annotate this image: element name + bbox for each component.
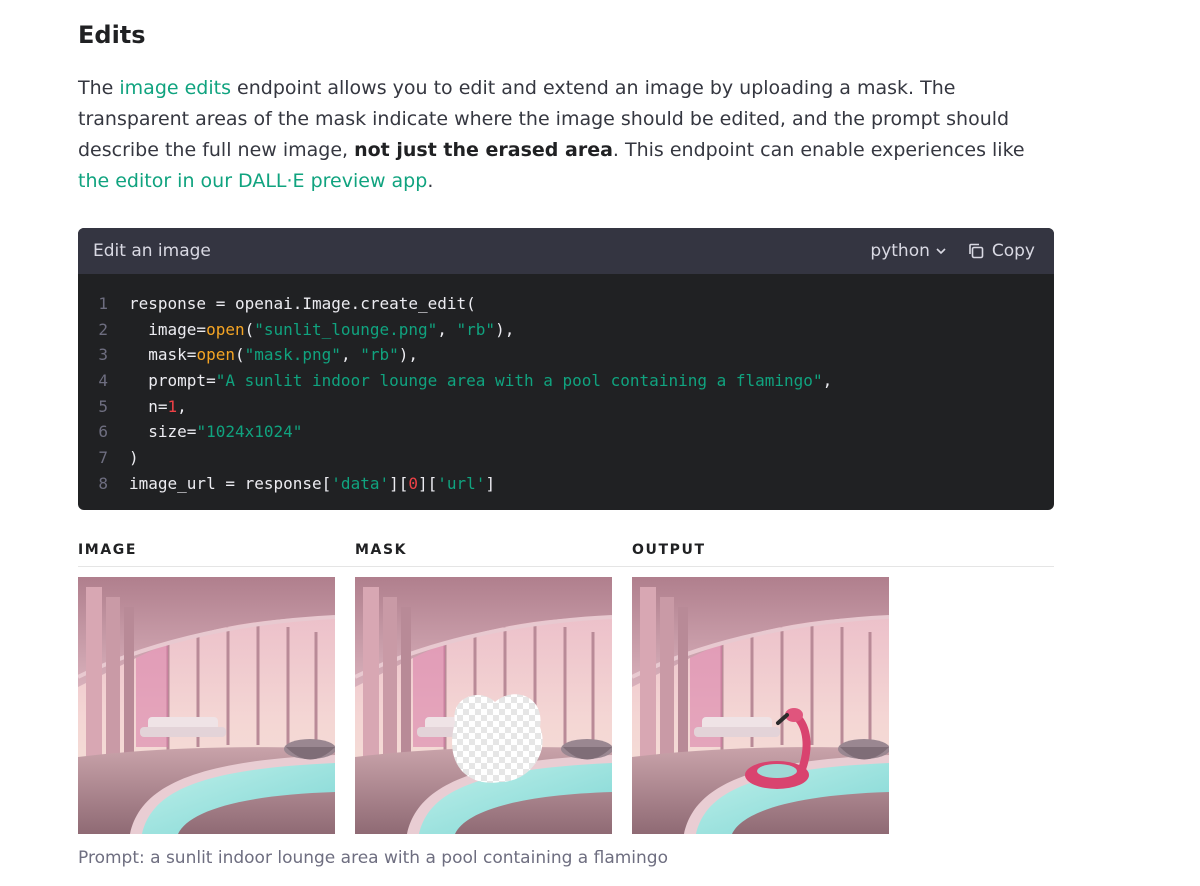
intro-bold-text: not just the erased area <box>354 139 613 161</box>
code-token: prompt= <box>129 371 216 391</box>
line-number: 4 <box>98 371 108 391</box>
code-token: ), <box>398 345 418 365</box>
language-selector[interactable]: python <box>870 241 946 261</box>
code-token: image= <box>129 319 207 339</box>
code-text: prompt="A sunlit indoor lounge area with… <box>129 368 832 394</box>
language-label: python <box>870 241 930 261</box>
code-line: 7) <box>78 445 1054 471</box>
intro-text-3: . This endpoint can enable experiences l… <box>612 139 1025 161</box>
code-line: 4 prompt="A sunlit indoor lounge area wi… <box>78 368 1054 394</box>
mask-image <box>355 577 612 834</box>
line-number: 1 <box>98 294 108 313</box>
image-column-label: IMAGE <box>78 542 138 558</box>
code-line: 6 size="1024x1024" <box>78 419 1054 445</box>
code-text: image_url = response['data'][0]['url'] <box>129 471 495 497</box>
line-number: 2 <box>98 319 108 339</box>
line-number: 5 <box>98 396 108 416</box>
code-token: , <box>822 371 833 391</box>
code-token: 0 <box>408 473 418 493</box>
code-token: open <box>206 319 245 339</box>
code-body[interactable]: 1 response = openai.Image.create_edit( 2 i… <box>78 274 1054 497</box>
code-token: size= <box>129 422 197 442</box>
line-number: 7 <box>98 448 108 468</box>
code-text: size="1024x1024" <box>129 419 302 445</box>
code-token: 'data' <box>331 473 390 493</box>
code-text: image=open("sunlit_lounge.png", "rb"), <box>129 317 514 343</box>
code-text: mask=open("mask.png", "rb"), <box>129 342 418 368</box>
code-token: , <box>437 319 457 339</box>
line-number: 8 <box>98 473 108 493</box>
code-token: "A sunlit indoor lounge area with a pool… <box>215 371 823 391</box>
code-line: 3 mask=open("mask.png", "rb"), <box>78 342 1054 368</box>
code-token: , <box>177 396 187 416</box>
intro-text-4: . <box>427 170 434 192</box>
image-edits-link[interactable]: image edits <box>119 77 231 99</box>
code-token: ] <box>485 473 496 493</box>
code-sample-card: Edit an image python Copy 1 response = op… <box>78 228 1054 510</box>
copy-label: Copy <box>991 241 1035 261</box>
code-line: 8 image_url = response['data'][0]['url'] <box>78 471 1054 497</box>
section-title: Edits <box>78 21 146 49</box>
intro-paragraph: The image edits endpoint allows you to e… <box>78 73 1054 197</box>
code-token: 1 <box>167 396 178 416</box>
chevron-down-icon <box>936 248 946 255</box>
code-text: ) <box>129 445 139 471</box>
code-token: "rb" <box>456 319 496 339</box>
copy-button[interactable]: Copy <box>967 241 1035 261</box>
code-token: response = openai.Image.create_edit( <box>129 294 476 313</box>
code-token: ( <box>244 319 255 339</box>
code-token: 'url' <box>437 473 486 493</box>
dalle-editor-link[interactable]: the editor in our DALL·E preview app <box>78 170 427 192</box>
line-number: 6 <box>98 422 108 442</box>
code-token: ][ <box>418 473 438 493</box>
original-image <box>78 577 335 834</box>
code-token: n= <box>129 396 168 416</box>
code-line: 5 n=1, <box>78 394 1054 420</box>
code-line: 1 response = openai.Image.create_edit( <box>78 291 1054 317</box>
code-line: 2 image=open("sunlit_lounge.png", "rb"), <box>78 317 1054 343</box>
code-header: Edit an image python Copy <box>78 228 1054 274</box>
code-token: ][ <box>389 473 409 493</box>
gallery-labels: IMAGE MASK OUTPUT <box>78 540 1054 567</box>
line-number: 3 <box>98 345 108 365</box>
code-token: ), <box>495 319 515 339</box>
code-title: Edit an image <box>93 241 211 261</box>
code-token: "1024x1024" <box>196 422 303 442</box>
mask-column-label: MASK <box>355 542 408 558</box>
code-token: "sunlit_lounge.png" <box>254 319 438 339</box>
code-token: "mask.png" <box>244 345 341 365</box>
code-token: image_url = response[ <box>129 473 332 493</box>
prompt-caption: Prompt: a sunlit indoor lounge area with… <box>78 848 668 868</box>
code-token: mask= <box>129 345 197 365</box>
transparent-mask-area <box>452 694 543 783</box>
output-image <box>632 577 889 834</box>
code-text: n=1, <box>129 394 187 420</box>
code-token: ) <box>129 448 139 468</box>
code-text: response = openai.Image.create_edit( <box>129 291 476 317</box>
output-column-label: OUTPUT <box>632 542 706 558</box>
copy-icon <box>969 243 984 259</box>
code-token: "rb" <box>360 345 399 365</box>
code-token: ( <box>234 345 245 365</box>
code-token: , <box>340 345 361 365</box>
code-token: open <box>196 345 235 365</box>
intro-text-1: The <box>78 77 120 99</box>
